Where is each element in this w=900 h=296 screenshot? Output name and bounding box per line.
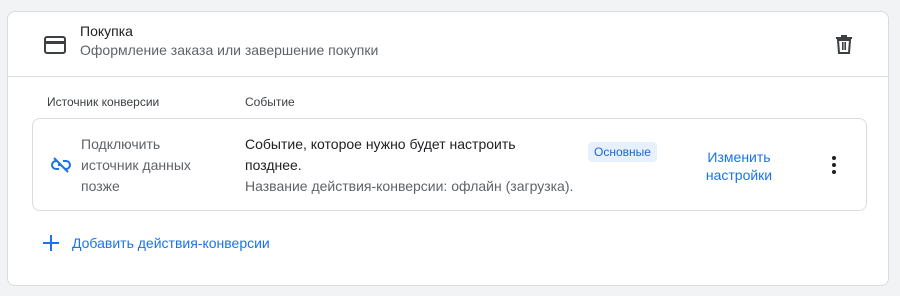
column-header-source: Источник конверсии (47, 95, 160, 109)
source-placeholder-text: Подключить источник данных позже (81, 134, 191, 197)
event-action-name: Название действия-конверсии: офлайн (заг… (245, 178, 574, 194)
conversion-action-row: Подключить источник данных позже Событие… (32, 118, 867, 211)
primary-status-badge: Основные (588, 142, 657, 162)
card-header: Покупка Оформление заказа или завершение… (8, 12, 888, 77)
source-line: источник данных (81, 157, 191, 173)
event-line: Событие, которое нужно будет настроить (245, 136, 516, 152)
credit-card-icon (44, 36, 66, 54)
column-header-event: Событие (245, 95, 295, 109)
source-line: Подключить (81, 136, 161, 152)
add-conversion-actions-button[interactable]: Добавить действия-конверсии (42, 234, 270, 252)
event-line: позднее. (245, 157, 302, 173)
add-conversion-actions-label: Добавить действия-конверсии (72, 235, 270, 251)
edit-settings-link[interactable]: Изменить настройки (691, 148, 787, 184)
event-description: Событие, которое нужно будет настроить п… (245, 134, 516, 176)
source-line: позже (81, 178, 120, 194)
more-vert-icon[interactable] (828, 155, 840, 175)
conversion-card: Покупка Оформление заказа или завершение… (7, 11, 889, 286)
goal-title: Покупка (80, 23, 133, 39)
edit-line: Изменить (707, 149, 771, 165)
trash-icon[interactable] (832, 32, 856, 56)
goal-subtitle: Оформление заказа или завершение покупки (80, 42, 379, 58)
edit-line: настройки (705, 167, 773, 183)
link-off-icon (51, 157, 71, 173)
plus-icon (43, 235, 59, 251)
